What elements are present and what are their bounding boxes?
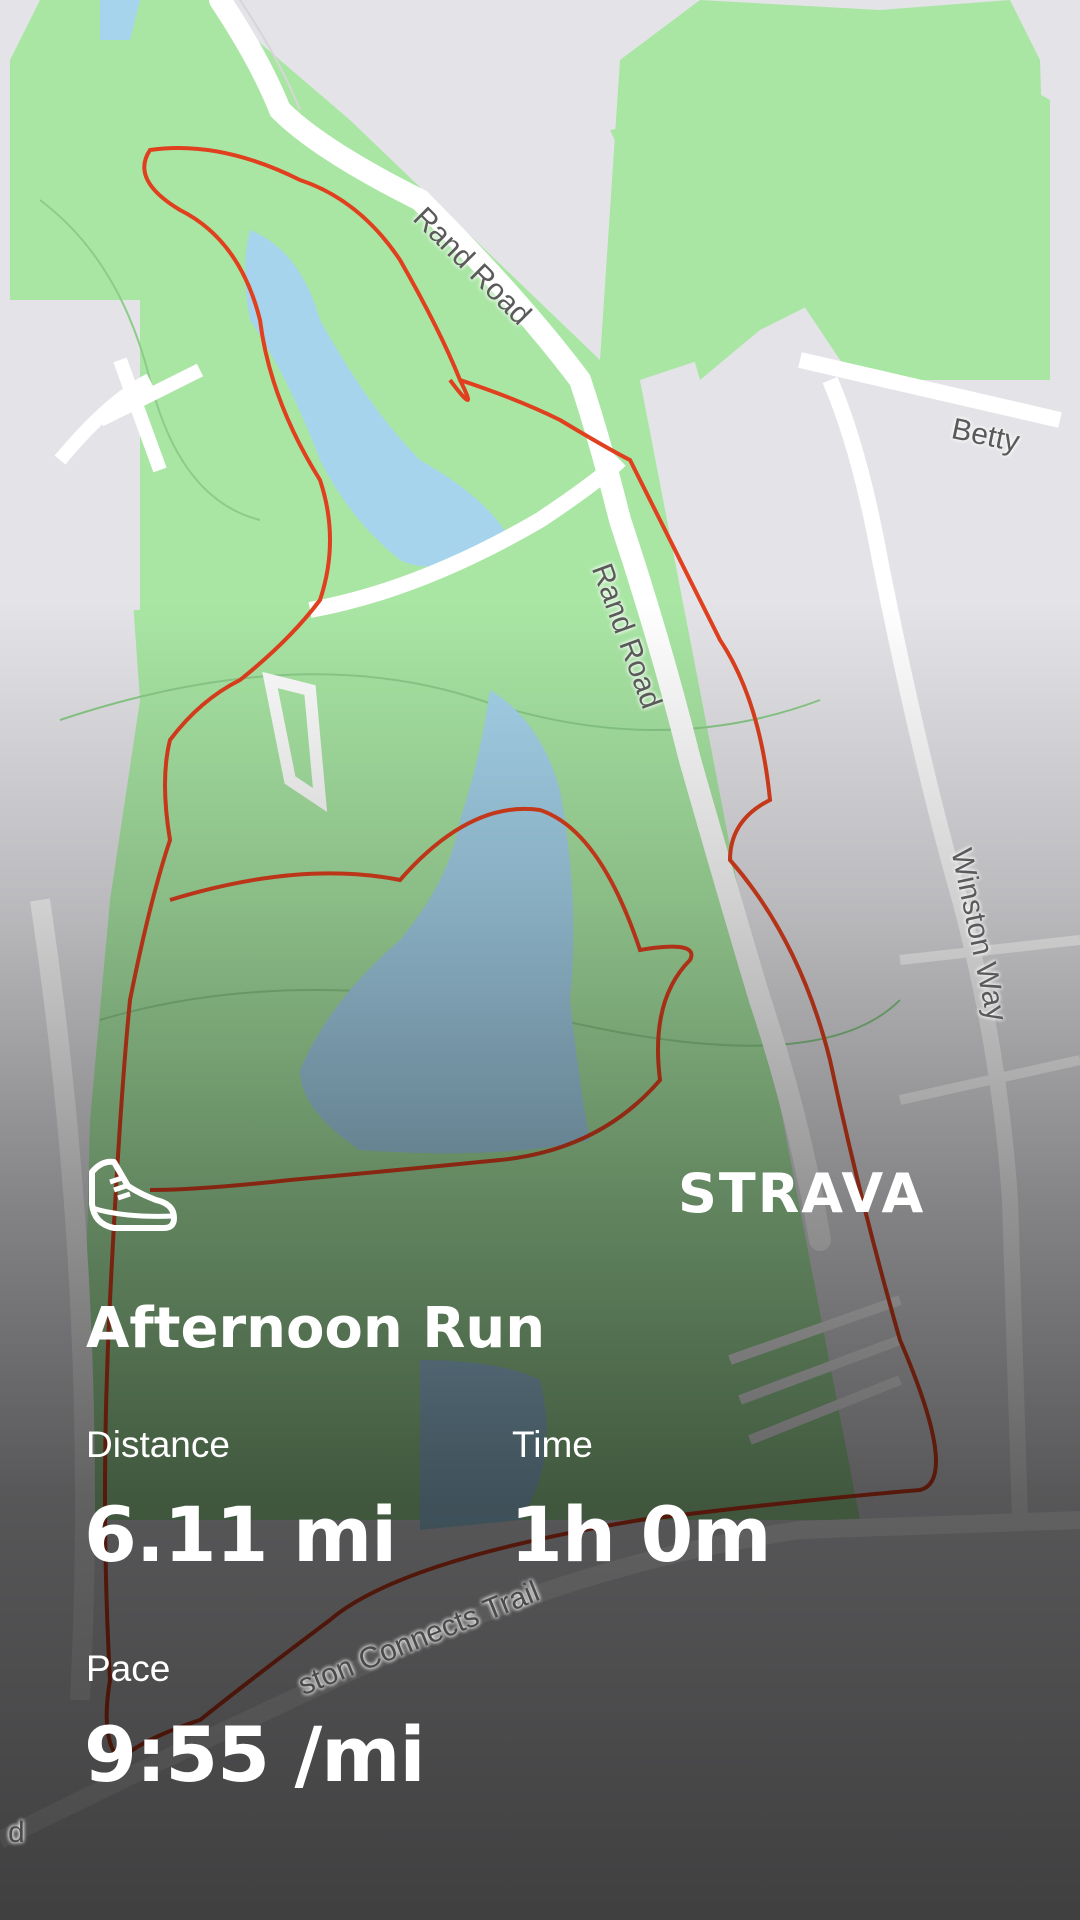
pace-value: 9:55 /mi xyxy=(84,1710,425,1799)
time-label: Time xyxy=(512,1424,593,1465)
distance-label: Distance xyxy=(86,1424,230,1465)
running-shoe-icon xyxy=(89,1158,177,1231)
time-value: 1h 0m xyxy=(510,1490,772,1579)
strava-logo: STRAVA xyxy=(678,1162,926,1225)
map[interactable] xyxy=(0,0,1080,1920)
pace-label: Pace xyxy=(86,1648,171,1689)
distance-value: 6.11 mi xyxy=(84,1490,397,1579)
road-label-edge: d xyxy=(8,1816,25,1849)
activity-title: Afternoon Run xyxy=(86,1296,546,1361)
